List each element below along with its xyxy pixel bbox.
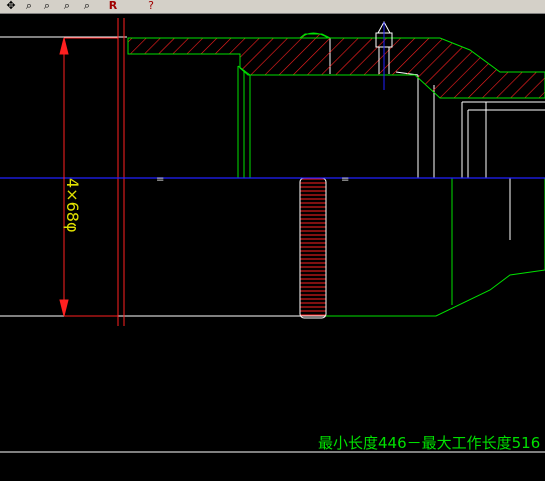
center-mark-right: =	[341, 174, 349, 185]
threaded-stud	[299, 177, 327, 319]
help-button[interactable]: ?	[142, 0, 160, 12]
pan-icon[interactable]: ✥	[2, 0, 20, 12]
redraw-button[interactable]: R	[104, 0, 122, 12]
toolbar: ✥ ⌕ ⌕ ⌕ ⌕ R ?	[0, 0, 545, 14]
center-mark-left: =	[156, 174, 164, 185]
dimension-text: 4×68φ	[63, 178, 82, 233]
length-annotation: 最小长度446－最大工作长度516	[318, 434, 541, 452]
part-outline	[0, 36, 545, 453]
drawing-canvas[interactable]: = =	[0, 14, 545, 481]
zoom-window-icon[interactable]: ⌕	[38, 0, 56, 12]
zoom-icon[interactable]: ⌕	[20, 0, 38, 12]
hatched-section	[127, 32, 545, 99]
zoom-previous-icon[interactable]: ⌕	[58, 0, 76, 12]
green-part	[237, 65, 545, 317]
flange	[117, 18, 125, 326]
zoom-extents-icon[interactable]: ⌕	[78, 0, 96, 12]
diameter-dimension	[59, 37, 118, 317]
